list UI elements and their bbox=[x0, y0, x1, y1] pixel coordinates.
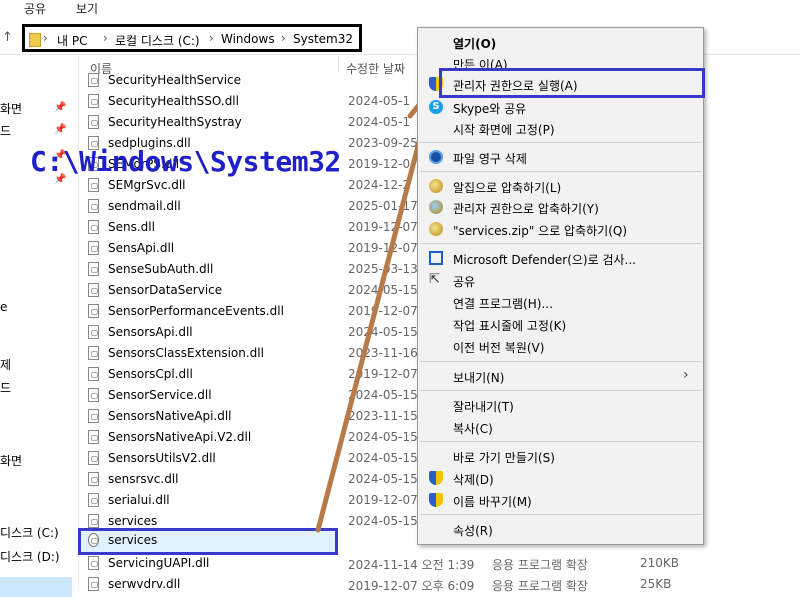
menu-separator bbox=[420, 441, 701, 442]
menu-item-cut[interactable]: 잘라내기(T) bbox=[418, 394, 703, 416]
menu-item-zip-compress[interactable]: "services.zip" 으로 압축하기(Q) bbox=[418, 218, 703, 240]
uac-shield-icon bbox=[429, 471, 443, 485]
skype-icon: S bbox=[429, 100, 443, 114]
selected-file-row[interactable]: services bbox=[82, 530, 682, 551]
run-as-admin-highlight bbox=[439, 68, 705, 98]
menu-item-open-with[interactable]: 연결 프로그램(H)... bbox=[418, 291, 703, 313]
context-menu: 열기(O) 만든 이(A) 관리자 권한으로 실행(A) S Skype와 공유 … bbox=[417, 27, 705, 545]
uac-shield-icon bbox=[429, 493, 443, 507]
menu-item-send-to[interactable]: 보내기(N) › bbox=[418, 365, 703, 387]
file-name: services bbox=[108, 533, 158, 547]
menu-separator bbox=[420, 243, 701, 244]
arrow-shaft bbox=[315, 97, 433, 533]
menu-item-alzip-compress[interactable]: 알집으로 압축하기(L) bbox=[418, 175, 703, 197]
menu-item-restore-versions[interactable]: 이전 버전 복원(V) bbox=[418, 335, 703, 357]
menu-separator bbox=[420, 514, 701, 515]
menu-item-pin-start[interactable]: 시작 화면에 고정(P) bbox=[418, 117, 703, 139]
menu-item-rename[interactable]: 이름 바꾸기(M) bbox=[418, 489, 703, 511]
chevron-right-icon: › bbox=[683, 367, 689, 383]
menu-separator bbox=[420, 390, 701, 391]
menu-item-share[interactable]: ⇱ 공유 bbox=[418, 269, 703, 291]
menu-item-delete[interactable]: 삭제(D) bbox=[418, 467, 703, 489]
menu-item-open[interactable]: 열기(O) bbox=[418, 31, 703, 53]
gear-icon bbox=[88, 533, 99, 547]
menu-item-skype-share[interactable]: S Skype와 공유 bbox=[418, 96, 703, 118]
menu-item-pin-taskbar[interactable]: 작업 표시줄에 고정(K) bbox=[418, 313, 703, 335]
menu-item-create-shortcut[interactable]: 바로 가기 만들기(S) bbox=[418, 445, 703, 467]
alzip-icon bbox=[429, 179, 443, 193]
menu-separator bbox=[420, 171, 701, 172]
alzip-icon bbox=[429, 222, 443, 236]
defender-icon bbox=[429, 251, 443, 265]
permanent-delete-icon bbox=[429, 150, 443, 164]
menu-item-admin-compress[interactable]: 관리자 권한으로 압축하기(Y) bbox=[418, 196, 703, 218]
menu-separator bbox=[420, 142, 701, 143]
menu-item-permanent-delete[interactable]: 파일 영구 삭제 bbox=[418, 146, 703, 168]
share-icon: ⇱ bbox=[429, 272, 440, 287]
menu-item-copy[interactable]: 복사(C) bbox=[418, 416, 703, 438]
menu-separator bbox=[420, 361, 701, 362]
menu-item-defender-scan[interactable]: Microsoft Defender(으)로 검사... bbox=[418, 247, 703, 269]
alzip-admin-icon bbox=[429, 200, 443, 214]
